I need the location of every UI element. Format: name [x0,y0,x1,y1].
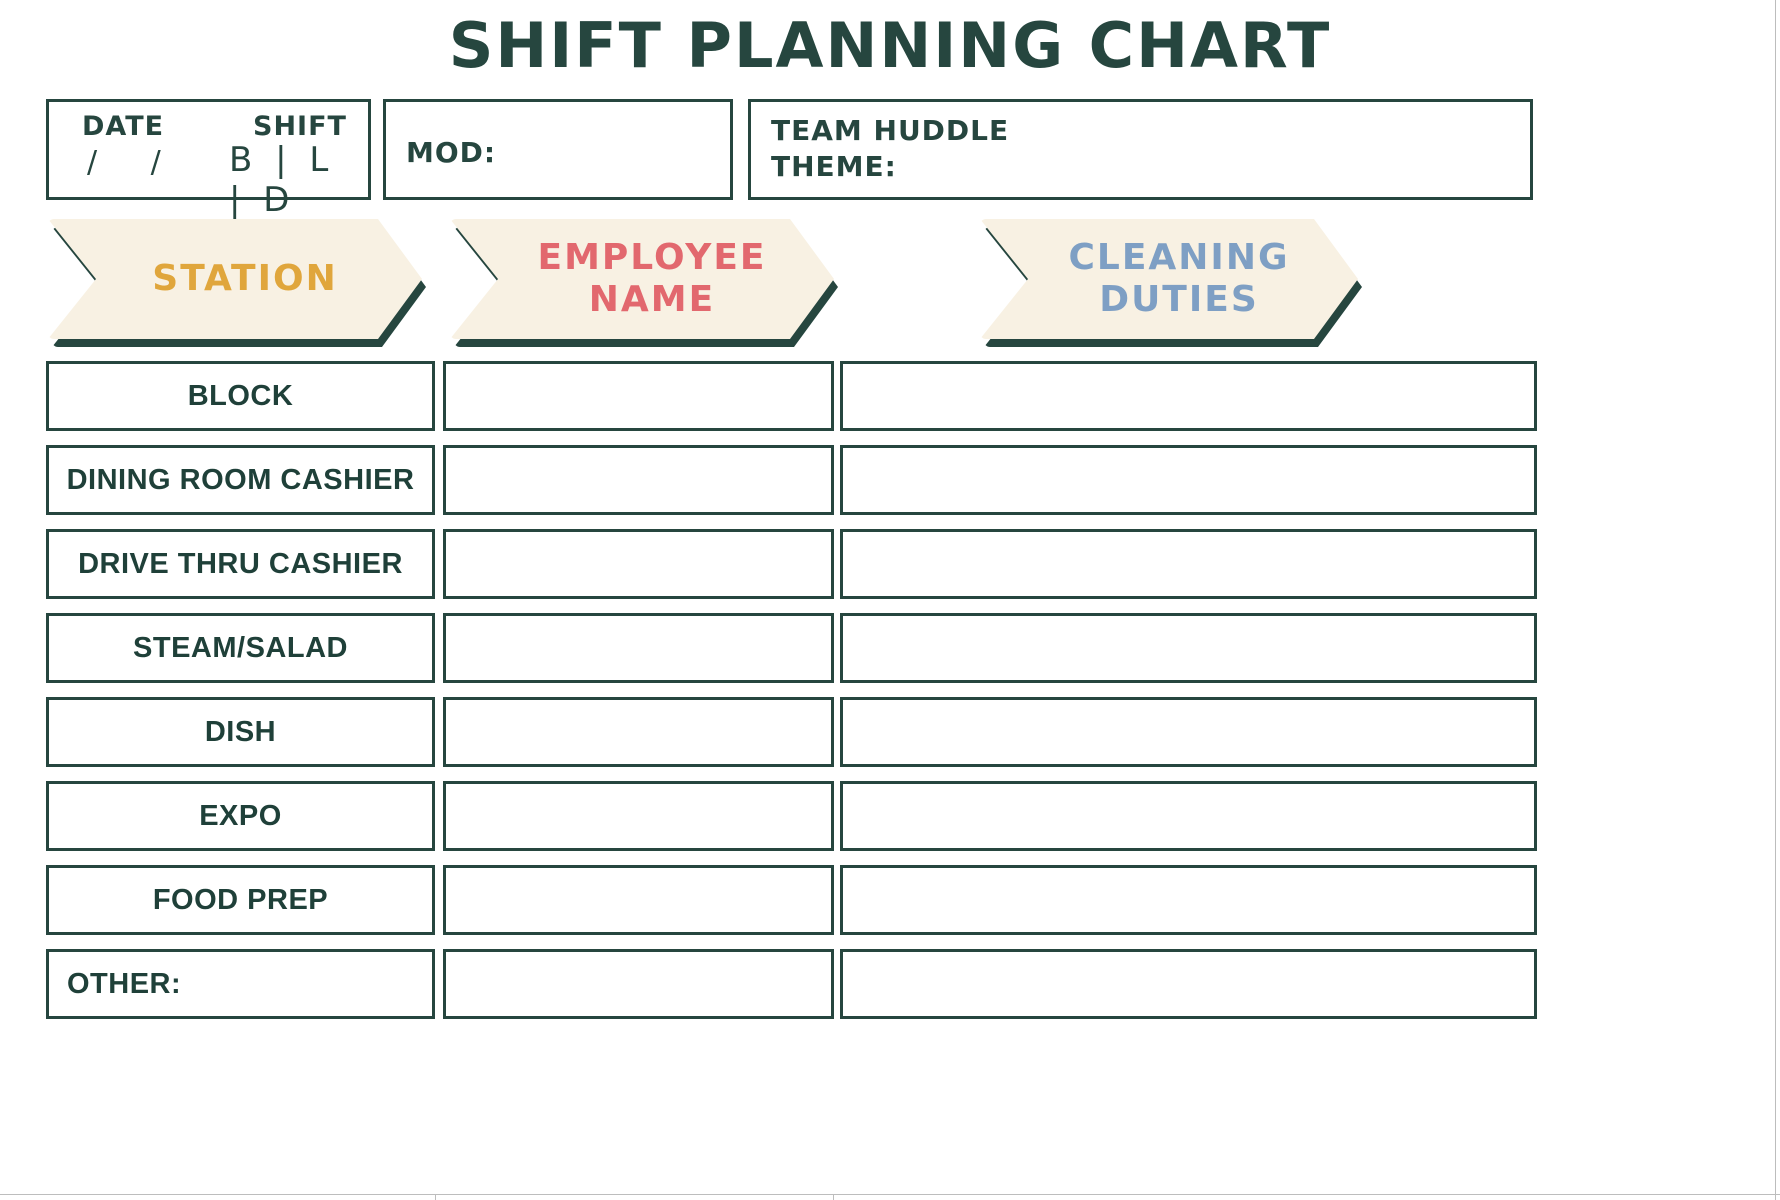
cleaning-duties-value [843,448,1534,512]
cleaning-duties-input-cell[interactable] [840,865,1537,935]
employee-name-value [446,616,831,680]
ribbon-face-cleaning-duties: CLEANING DUTIES [980,219,1358,339]
station-cell: STEAM/SALAD [46,613,435,683]
team-huddle-theme-box[interactable]: TEAM HUDDLE THEME: [748,99,1533,200]
ribbon-face-station: STATION [48,219,422,339]
station-name-label: DISH [204,716,277,748]
page-guide-bottom [0,1194,1780,1195]
employee-name-input-cell[interactable] [443,865,834,935]
cleaning-duties-value [843,616,1534,680]
shift-options[interactable]: B | L | D [229,140,368,220]
station-cell: DINING ROOM CASHIER [46,445,435,515]
station-cell: EXPO [46,781,435,851]
employee-name-input-cell[interactable] [443,361,834,431]
employee-name-value [446,868,831,932]
cleaning-duties-value [843,868,1534,932]
page-guide-divider-2 [833,1194,834,1200]
theme-label: THEME: [771,150,897,183]
station-cell: BLOCK [46,361,435,431]
cleaning-duties-value [843,532,1534,596]
mod-label: MOD: [406,136,497,169]
employee-name-value [446,700,831,764]
station-name-label: OTHER: [67,968,182,1000]
cleaning-duties-input-cell[interactable] [840,949,1537,1019]
column-header-station: STATION [48,219,422,339]
employee-name-value [446,952,831,1016]
column-header-cleaning-duties: CLEANING DUTIES [980,219,1358,339]
page-title: SHIFT PLANNING CHART [448,9,1332,82]
cleaning-duties-input-cell[interactable] [840,781,1537,851]
station-cell: FOOD PREP [46,865,435,935]
column-header-employee-name-label: EMPLOYEE NAME [537,237,767,320]
cleaning-duties-input-cell[interactable] [840,613,1537,683]
employee-name-value [446,784,831,848]
employee-name-input-cell[interactable] [443,445,834,515]
station-name-label: EXPO [199,800,282,832]
station-cell: DRIVE THRU CASHIER [46,529,435,599]
column-header-employee-name: EMPLOYEE NAME [450,219,834,339]
team-huddle-label: TEAM HUDDLE [771,114,1010,147]
station-cell: OTHER: [46,949,435,1019]
page-guide-right [1775,0,1776,1200]
station-name-label: BLOCK [187,380,294,412]
cleaning-duties-value [843,952,1534,1016]
cleaning-duties-input-cell[interactable] [840,529,1537,599]
station-name-label: DINING ROOM CASHIER [66,464,415,496]
cleaning-duties-input-cell[interactable] [840,361,1537,431]
employee-name-input-cell[interactable] [443,529,834,599]
station-name-label: DRIVE THRU CASHIER [78,548,403,580]
employee-name-value [446,532,831,596]
employee-name-input-cell[interactable] [443,949,834,1019]
shift-label: SHIFT [253,111,347,142]
shift-planning-chart-sheet: SHIFT PLANNING CHART DATE SHIFT / / B | … [0,0,1780,1200]
cleaning-duties-value [843,700,1534,764]
station-cell: DISH [46,697,435,767]
station-name-label: STEAM/SALAD [133,632,348,664]
employee-name-input-cell[interactable] [443,697,834,767]
employee-name-input-cell[interactable] [443,781,834,851]
cleaning-duties-value [843,364,1534,428]
date-label: DATE [82,111,165,142]
cleaning-duties-input-cell[interactable] [840,697,1537,767]
mod-box[interactable]: MOD: [383,99,733,200]
employee-name-value [446,364,831,428]
date-shift-box: DATE SHIFT / / B | L | D [46,99,371,220]
cleaning-duties-input-cell[interactable] [840,445,1537,515]
column-header-station-label: STATION [152,258,338,299]
employee-name-value [446,448,831,512]
date-input[interactable]: / / [87,145,183,180]
ribbon-face-employee-name: EMPLOYEE NAME [450,219,834,339]
cleaning-duties-value [843,784,1534,848]
column-header-cleaning-duties-label: CLEANING DUTIES [1068,237,1290,320]
page-guide-divider-1 [435,1194,436,1200]
employee-name-input-cell[interactable] [443,613,834,683]
station-name-label: FOOD PREP [152,884,329,916]
